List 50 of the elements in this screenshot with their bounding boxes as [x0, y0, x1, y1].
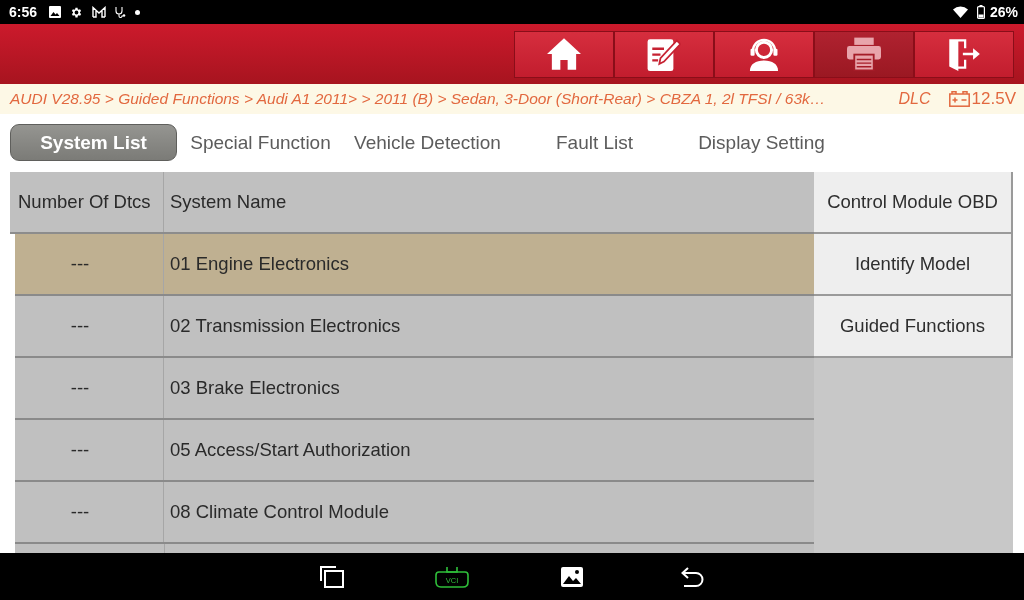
toolbar-button[interactable] [714, 30, 814, 78]
table-row[interactable]: --- 08 Climate Control Module [15, 482, 814, 544]
table-row[interactable]: --- 02 Transmission Electronics [15, 296, 814, 358]
dot-icon [135, 9, 141, 15]
home-icon [547, 37, 581, 71]
table-row[interactable]: --- 03 Brake Electronics [15, 358, 814, 420]
table-cell-text: 01 Engine Electronics [169, 252, 350, 276]
table-cell: --- [15, 482, 164, 542]
car-battery-icon [948, 91, 970, 107]
connector-label: DLC [898, 90, 931, 108]
headset-person-icon [747, 37, 781, 71]
image-icon [49, 6, 62, 18]
toolbar-button[interactable] [614, 30, 714, 78]
tab[interactable]: Vehicle Detection [344, 124, 511, 161]
door-exit-icon [947, 37, 981, 71]
table-cell-text: 03 Brake Electronics [169, 376, 341, 400]
battery-percent-text: 26% [989, 4, 1018, 20]
recent-apps-icon[interactable] [320, 565, 344, 588]
gear-icon [70, 5, 84, 19]
tab[interactable]: Display Setting [678, 124, 845, 161]
table-cell-text: 02 Transmission Electronics [169, 314, 402, 338]
table-cell: --- [15, 420, 164, 480]
table-cell-text: 08 Climate Control Module [169, 500, 391, 524]
stethoscope-icon [115, 6, 127, 18]
table-row[interactable]: --- 01 Engine Electronics [15, 234, 814, 296]
column-header: System Name [169, 190, 288, 214]
clock-text: 6:56 [9, 4, 38, 20]
table-cell: --- [15, 234, 164, 294]
voltage-text: 12.5V [971, 89, 1016, 109]
side-action-button[interactable]: Control Module OBD [814, 172, 1013, 234]
mail-icon [92, 6, 107, 18]
toolbar-button[interactable] [914, 30, 1014, 78]
printer-icon [847, 37, 881, 71]
battery-icon [976, 5, 985, 19]
back-arrow-icon[interactable] [680, 566, 704, 587]
table-row[interactable]: --- 05 Access/Start Authorization [15, 420, 814, 482]
table-cell-text: 05 Access/Start Authorization [169, 438, 412, 462]
wifi-icon [952, 6, 968, 18]
table-cell: --- [15, 296, 164, 356]
note-pencil-icon [647, 37, 681, 71]
tab[interactable]: Special Function [177, 124, 344, 161]
table-cell: --- [15, 358, 164, 418]
tab[interactable]: System List [10, 124, 177, 161]
side-action-button[interactable]: Identify Model [814, 234, 1013, 296]
tab[interactable]: Fault List [511, 124, 678, 161]
gallery-icon[interactable] [561, 566, 583, 587]
breadcrumb-path: AUDI V28.95 > Guided Functions > Audi A1 2011> > 2011 (B) > Sedan, 3-Door (Short-Rear) > CBZA 1, 2l TFSI / 63k… [10, 90, 827, 108]
side-action-button[interactable]: Guided Functions [814, 296, 1013, 358]
toolbar-button[interactable] [514, 30, 614, 78]
column-header: Number Of Dtcs [10, 172, 164, 232]
